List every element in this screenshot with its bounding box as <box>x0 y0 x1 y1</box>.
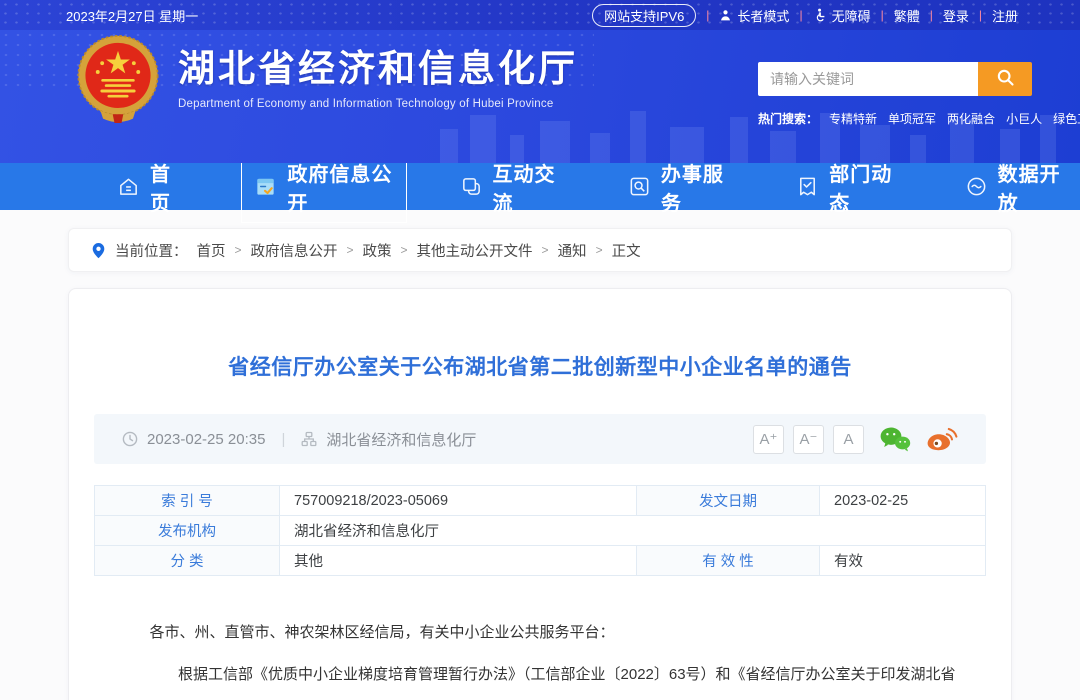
brand-text: 湖北省经济和信息化厅 Department of Economy and Inf… <box>178 48 578 110</box>
clock-icon <box>122 431 138 447</box>
article-body: 各市、州、直管市、神农架林区经信局，有关中小企业公共服务平台： 根据工信部《优质… <box>94 616 986 700</box>
nav-item-label: 政府信息公开 <box>287 158 393 216</box>
elder-mode-link[interactable]: 长者模式 <box>719 6 789 25</box>
site-subtitle: Department of Economy and Information Te… <box>178 98 578 110</box>
index-number-label: 索 引 号 <box>95 486 280 516</box>
search-icon <box>996 68 1015 90</box>
hot-keyword[interactable]: 两化融合 <box>947 110 995 127</box>
nav-item-label: 数据开放 <box>998 158 1067 216</box>
index-number-value: 757009218/2023-05069 <box>280 486 637 516</box>
breadcrumb-item-home[interactable]: 首页 <box>197 240 226 261</box>
issue-date-value: 2023-02-25 <box>820 486 986 516</box>
hot-keyword[interactable]: 小巨人 <box>1006 110 1042 127</box>
hot-keyword[interactable]: 绿色工厂 <box>1053 110 1080 127</box>
breadcrumb: 当前位置： 首页 > 政府信息公开 > 政策 > 其他主动公开文件 > 通知 >… <box>68 228 1012 272</box>
hot-search-label: 热门搜索： <box>758 110 818 127</box>
breadcrumb-separator: > <box>235 243 242 257</box>
wechat-share-icon[interactable] <box>879 426 911 452</box>
dept-news-icon <box>796 175 819 198</box>
login-link[interactable]: 登录 <box>943 6 969 25</box>
topbar-separator: | <box>799 8 802 22</box>
article-tools: A⁺ A⁻ A <box>753 425 958 454</box>
article-meta-bar: 2023-02-25 20:35 | 湖北省经济和信息化厅 A⁺ A⁻ A <box>94 414 986 464</box>
issue-date-label: 发文日期 <box>637 486 820 516</box>
nav-item-label: 办事服务 <box>661 158 730 216</box>
hot-keyword[interactable]: 单项冠军 <box>888 110 936 127</box>
issuing-agency-label: 发布机构 <box>95 516 280 546</box>
accessibility-link[interactable]: 无障碍 <box>813 6 871 25</box>
wheelchair-icon <box>813 8 827 22</box>
validity-value: 有效 <box>820 546 986 576</box>
breadcrumb-label: 当前位置： <box>115 240 188 261</box>
category-value: 其他 <box>280 546 637 576</box>
nav-item-label: 部门动态 <box>829 158 898 216</box>
breadcrumb-item-notice[interactable]: 通知 <box>558 240 587 261</box>
search-button[interactable] <box>978 62 1032 96</box>
topbar-links: 网站支持IPV6 | 长者模式 | 无障碍 | 繁體 | 登录 | 注册 <box>592 4 1018 27</box>
article-title: 省经信厅办公室关于公布湖北省第二批创新型中小企业名单的通告 <box>94 351 986 381</box>
interact-icon <box>460 175 483 198</box>
body-paragraph: 根据工信部《优质中小企业梯度培育管理暂行办法》（工信部企业〔2022〕63号）和… <box>121 658 959 700</box>
breadcrumb-separator: > <box>542 243 549 257</box>
article-card: 省经信厅办公室关于公布湖北省第二批创新型中小企业名单的通告 2023-02-25… <box>68 288 1012 700</box>
location-pin-icon <box>91 242 106 259</box>
organization-icon <box>301 431 317 447</box>
ipv6-badge[interactable]: 网站支持IPV6 <box>592 4 696 27</box>
issuing-agency-value: 湖北省经济和信息化厅 <box>280 516 986 546</box>
breadcrumb-separator: > <box>401 243 408 257</box>
topbar-separator: | <box>881 8 884 22</box>
breadcrumb-separator: > <box>347 243 354 257</box>
breadcrumb-item-current[interactable]: 正文 <box>612 240 641 261</box>
hot-search-row: 热门搜索： 专精特新 单项冠军 两化融合 小巨人 绿色工厂 <box>758 110 1032 127</box>
topbar-separator: | <box>706 8 709 22</box>
table-row: 发布机构 湖北省经济和信息化厅 <box>95 516 986 546</box>
search-area: 热门搜索： 专精特新 单项冠军 两化融合 小巨人 绿色工厂 <box>758 62 1032 127</box>
weibo-share-icon[interactable] <box>926 426 958 452</box>
font-reset-button[interactable]: A <box>833 425 864 454</box>
service-search-icon <box>628 175 651 198</box>
current-date: 2023年2月27日 星期一 <box>66 6 198 25</box>
nav-item-label: 首 页 <box>150 158 188 216</box>
site-header: 湖北省经济和信息化厅 Department of Economy and Inf… <box>0 30 1080 163</box>
article-source: 湖北省经济和信息化厅 <box>301 429 476 450</box>
breadcrumb-item-policy[interactable]: 政策 <box>363 240 392 261</box>
traditional-chinese-link[interactable]: 繁體 <box>894 6 920 25</box>
main-nav: 首 页 政府信息公开 互动交流 办事服务 <box>0 163 1080 210</box>
meta-separator: | <box>281 431 285 448</box>
person-icon <box>719 9 732 22</box>
nav-item-label: 互动交流 <box>493 158 562 216</box>
register-link[interactable]: 注册 <box>992 6 1018 25</box>
search-input[interactable] <box>758 62 978 96</box>
site-title: 湖北省经济和信息化厅 <box>178 48 578 91</box>
category-label: 分 类 <box>95 546 280 576</box>
site-brand[interactable]: 湖北省经济和信息化厅 Department of Economy and Inf… <box>74 33 578 125</box>
font-increase-button[interactable]: A⁺ <box>753 425 784 454</box>
document-info-table: 索 引 号 757009218/2023-05069 发文日期 2023-02-… <box>94 485 986 576</box>
validity-label: 有 效 性 <box>637 546 820 576</box>
breadcrumb-separator: > <box>596 243 603 257</box>
national-emblem-logo <box>74 33 162 125</box>
font-decrease-button[interactable]: A⁻ <box>793 425 824 454</box>
topbar-separator: | <box>979 8 982 22</box>
data-open-icon <box>965 175 988 198</box>
breadcrumb-item-other-docs[interactable]: 其他主动公开文件 <box>417 240 533 261</box>
topbar: 2023年2月27日 星期一 网站支持IPV6 | 长者模式 | 无障碍 | 繁… <box>0 0 1080 30</box>
publish-time: 2023-02-25 20:35 <box>122 431 265 448</box>
breadcrumb-item-gov-info[interactable]: 政府信息公开 <box>251 240 338 261</box>
topbar-separator: | <box>930 8 933 22</box>
table-row: 分 类 其他 有 效 性 有效 <box>95 546 986 576</box>
hot-keyword[interactable]: 专精特新 <box>829 110 877 127</box>
table-row: 索 引 号 757009218/2023-05069 发文日期 2023-02-… <box>95 486 986 516</box>
salutation-paragraph: 各市、州、直管市、神农架林区经信局，有关中小企业公共服务平台： <box>121 616 959 650</box>
gov-info-icon <box>254 175 277 198</box>
home-icon <box>117 175 140 198</box>
